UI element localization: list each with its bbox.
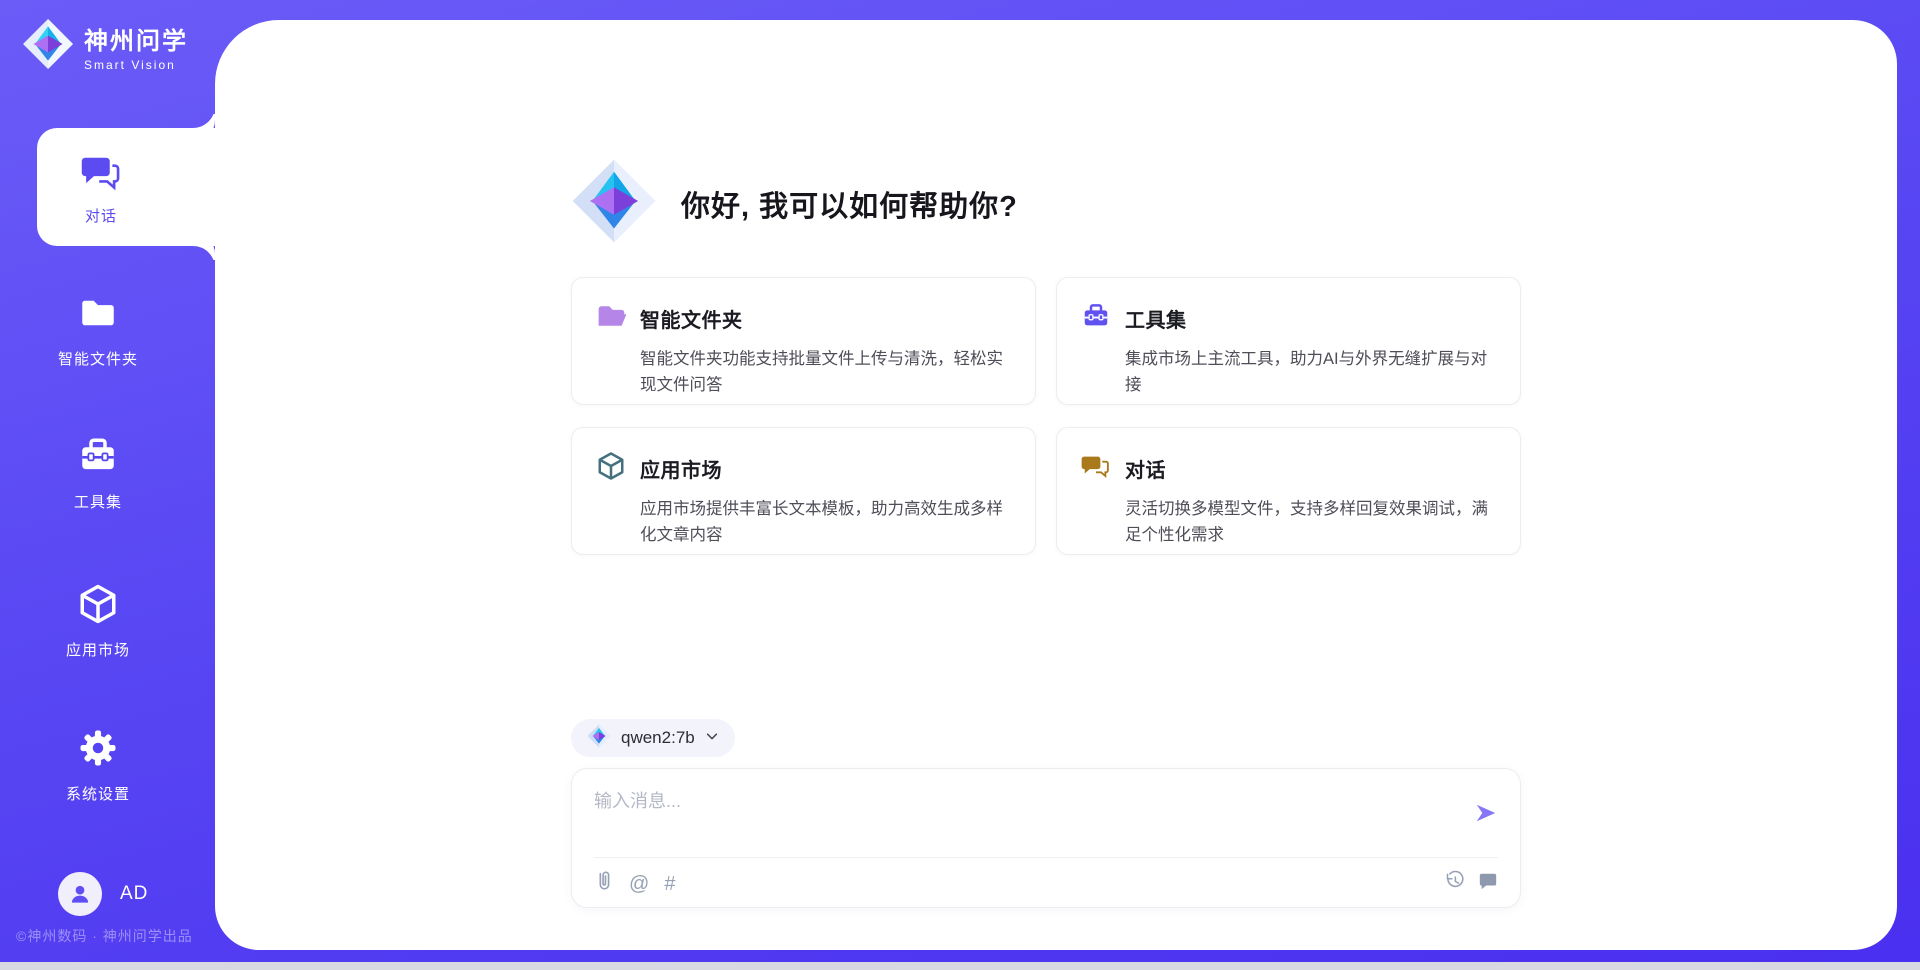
sidebar-item-smart-folder[interactable]: 智能文件夹	[0, 292, 196, 369]
toolbox-icon	[77, 435, 119, 482]
horizontal-scrollbar[interactable]	[0, 962, 1920, 970]
model-selector[interactable]: qwen2:7b	[571, 719, 735, 757]
app-title: 神州问学	[84, 21, 188, 56]
card-desc: 灵活切换多模型文件，支持多样回复效果调试，满足个性化需求	[1081, 496, 1496, 549]
folder-open-icon	[596, 301, 626, 336]
chevron-down-icon	[705, 729, 719, 748]
main-content-panel: 你好, 我可以如何帮助你? 智能文件夹 智能文件夹功能支持批量文件上传与清洗，轻…	[215, 20, 1897, 950]
sidebar-item-chat[interactable]: 对话	[37, 128, 215, 246]
logo-gem-icon	[22, 18, 74, 75]
gear-icon	[77, 727, 119, 774]
paperclip-icon[interactable]	[594, 870, 614, 897]
footer-copyright: ©神州数码 · 神州问学出品	[16, 926, 193, 946]
greeting-block: 你好, 我可以如何帮助你?	[571, 158, 1018, 249]
greeting-text: 你好, 我可以如何帮助你?	[681, 183, 1018, 225]
sidebar-item-toolset[interactable]: 工具集	[0, 435, 196, 512]
user-icon	[67, 881, 93, 907]
card-title: 对话	[1125, 454, 1166, 483]
model-name: qwen2:7b	[621, 728, 695, 748]
chat-bubble-icon[interactable]	[1478, 871, 1498, 896]
avatar	[58, 872, 102, 916]
cube-icon	[77, 583, 119, 630]
sidebar-item-label: 系统设置	[66, 783, 130, 804]
card-toolset[interactable]: 工具集 集成市场上主流工具，助力AI与外界无缝扩展与对接	[1056, 277, 1521, 405]
send-icon[interactable]	[1474, 801, 1498, 830]
sidebar-item-settings[interactable]: 系统设置	[0, 727, 196, 804]
message-composer: @ #	[571, 768, 1521, 908]
message-input[interactable]	[594, 787, 1454, 847]
card-smart-folder[interactable]: 智能文件夹 智能文件夹功能支持批量文件上传与清洗，轻松实现文件问答	[571, 277, 1036, 405]
card-title: 智能文件夹	[640, 304, 743, 333]
folder-icon	[77, 292, 119, 339]
feature-cards: 智能文件夹 智能文件夹功能支持批量文件上传与清洗，轻松实现文件问答 工具集 集成…	[571, 277, 1521, 555]
sidebar-item-label: 智能文件夹	[58, 348, 138, 369]
sidebar-item-label: 工具集	[74, 491, 122, 512]
toolbox-icon	[1081, 301, 1111, 336]
card-title: 应用市场	[640, 454, 722, 483]
history-icon[interactable]	[1444, 870, 1465, 896]
card-desc: 集成市场上主流工具，助力AI与外界无缝扩展与对接	[1081, 346, 1496, 399]
logo-gem-icon	[571, 158, 657, 249]
app-logo: 神州问学 Smart Vision	[22, 18, 188, 75]
card-chat[interactable]: 对话 灵活切换多模型文件，支持多样回复效果调试，满足个性化需求	[1056, 427, 1521, 555]
card-title: 工具集	[1125, 304, 1187, 333]
sidebar-item-label: 应用市场	[66, 639, 130, 660]
user-account[interactable]: AD	[58, 872, 148, 916]
logo-gem-icon	[587, 724, 611, 753]
app-subtitle: Smart Vision	[84, 58, 188, 72]
composer-divider	[594, 857, 1498, 858]
hash-icon[interactable]: #	[664, 874, 675, 894]
user-name: AD	[120, 883, 148, 905]
at-icon[interactable]: @	[629, 874, 649, 894]
chat-bubbles-icon	[1081, 451, 1111, 486]
card-app-market[interactable]: 应用市场 应用市场提供丰富长文本模板，助力高效生成多样化文章内容	[571, 427, 1036, 555]
chat-icon	[80, 149, 122, 196]
sidebar-item-label: 对话	[85, 205, 117, 226]
sidebar-item-app-market[interactable]: 应用市场	[0, 583, 196, 660]
card-desc: 应用市场提供丰富长文本模板，助力高效生成多样化文章内容	[596, 496, 1011, 549]
cube-icon	[596, 451, 626, 486]
card-desc: 智能文件夹功能支持批量文件上传与清洗，轻松实现文件问答	[596, 346, 1011, 399]
